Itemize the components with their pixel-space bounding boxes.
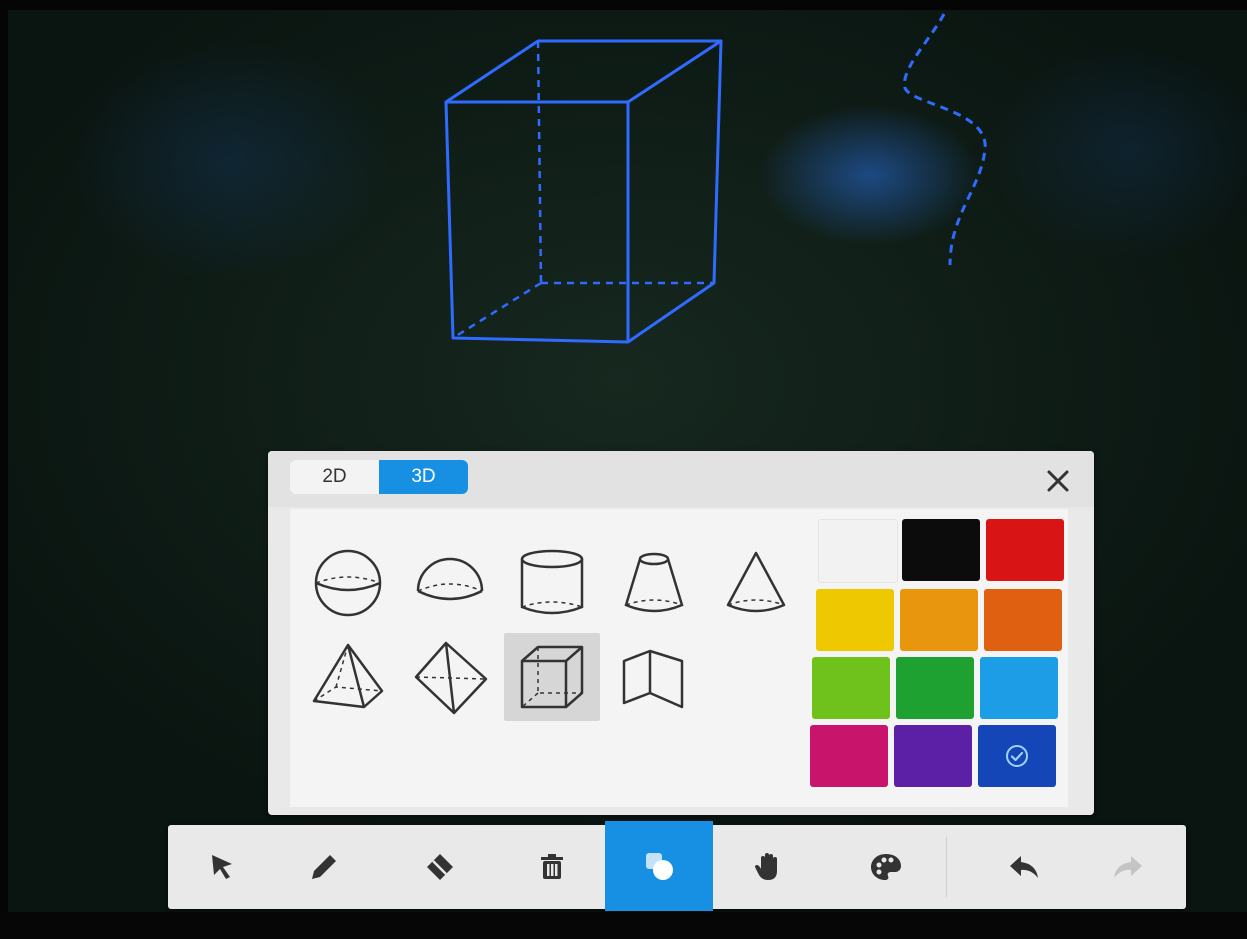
open-book-icon <box>622 649 684 709</box>
palette-icon <box>871 854 901 880</box>
color-swatch-blue[interactable] <box>978 725 1056 787</box>
color-swatch-white[interactable] <box>818 519 898 583</box>
shapes-icon <box>646 853 673 880</box>
color-swatch-magenta[interactable] <box>810 725 888 787</box>
color-swatch-purple[interactable] <box>894 725 972 787</box>
cylinder-icon <box>520 549 584 615</box>
color-swatch-sky-blue[interactable] <box>980 657 1058 719</box>
cursor-arrow-icon <box>212 855 232 879</box>
undo-icon <box>1010 856 1038 878</box>
shape-cone-button[interactable] <box>708 539 804 627</box>
eraser-tool-button[interactable] <box>386 825 494 909</box>
color-swatch-green[interactable] <box>896 657 974 719</box>
shape-cube-button[interactable] <box>504 633 600 721</box>
shape-octahedron-button[interactable] <box>402 633 498 721</box>
pencil-icon <box>312 855 336 879</box>
shape-pyramid-button[interactable] <box>300 633 396 721</box>
octahedron-icon <box>414 641 488 715</box>
undo-button[interactable] <box>970 825 1078 909</box>
hemisphere-icon <box>416 557 484 601</box>
toolbar-divider <box>946 837 947 897</box>
dimension-tabs: 2D 3D <box>290 460 468 494</box>
color-tool-button[interactable] <box>832 825 940 909</box>
shape-cylinder-button[interactable] <box>504 539 600 627</box>
frustum-icon <box>624 552 684 613</box>
clear-tool-button[interactable] <box>498 825 606 909</box>
pan-tool-button[interactable] <box>714 825 822 909</box>
close-icon <box>1047 470 1069 492</box>
shape-frustum-button[interactable] <box>606 539 702 627</box>
color-swatch-red[interactable] <box>986 519 1064 581</box>
close-button[interactable] <box>1040 463 1076 499</box>
shape-panel-header: 2D 3D <box>268 451 1094 507</box>
pyramid-icon <box>312 643 384 709</box>
shape-hemisphere-button[interactable] <box>402 539 498 627</box>
eraser-icon <box>427 854 453 880</box>
tab-3d[interactable]: 3D <box>379 460 468 494</box>
screen-bezel-bottom <box>0 912 1247 939</box>
tab-2d[interactable]: 2D <box>290 460 379 494</box>
sphere-icon <box>314 549 382 617</box>
shape-sphere-button[interactable] <box>300 539 396 627</box>
select-tool-button[interactable] <box>168 825 276 909</box>
trash-icon <box>541 854 563 879</box>
cube-icon <box>520 645 584 709</box>
color-swatch-lime[interactable] <box>812 657 890 719</box>
color-swatch-yellow[interactable] <box>816 589 894 651</box>
drawn-cube[interactable] <box>444 39 723 344</box>
color-swatch-black[interactable] <box>902 519 980 581</box>
shape-open-book-button[interactable] <box>606 633 702 721</box>
redo-button[interactable] <box>1074 825 1182 909</box>
shape-panel: 2D 3D <box>268 451 1094 815</box>
cone-icon <box>726 551 786 613</box>
color-swatch-dark-orange[interactable] <box>984 589 1062 651</box>
shape-panel-body <box>290 509 1068 807</box>
shapes-tool-button[interactable] <box>605 821 713 911</box>
bottom-toolbar <box>168 821 1186 911</box>
pen-tool-button[interactable] <box>270 825 378 909</box>
redo-icon <box>1114 856 1142 878</box>
drawn-dashed-curve[interactable] <box>903 13 987 266</box>
color-swatch-orange[interactable] <box>900 589 978 651</box>
check-circle-icon <box>1006 745 1028 767</box>
hand-icon <box>755 853 777 880</box>
